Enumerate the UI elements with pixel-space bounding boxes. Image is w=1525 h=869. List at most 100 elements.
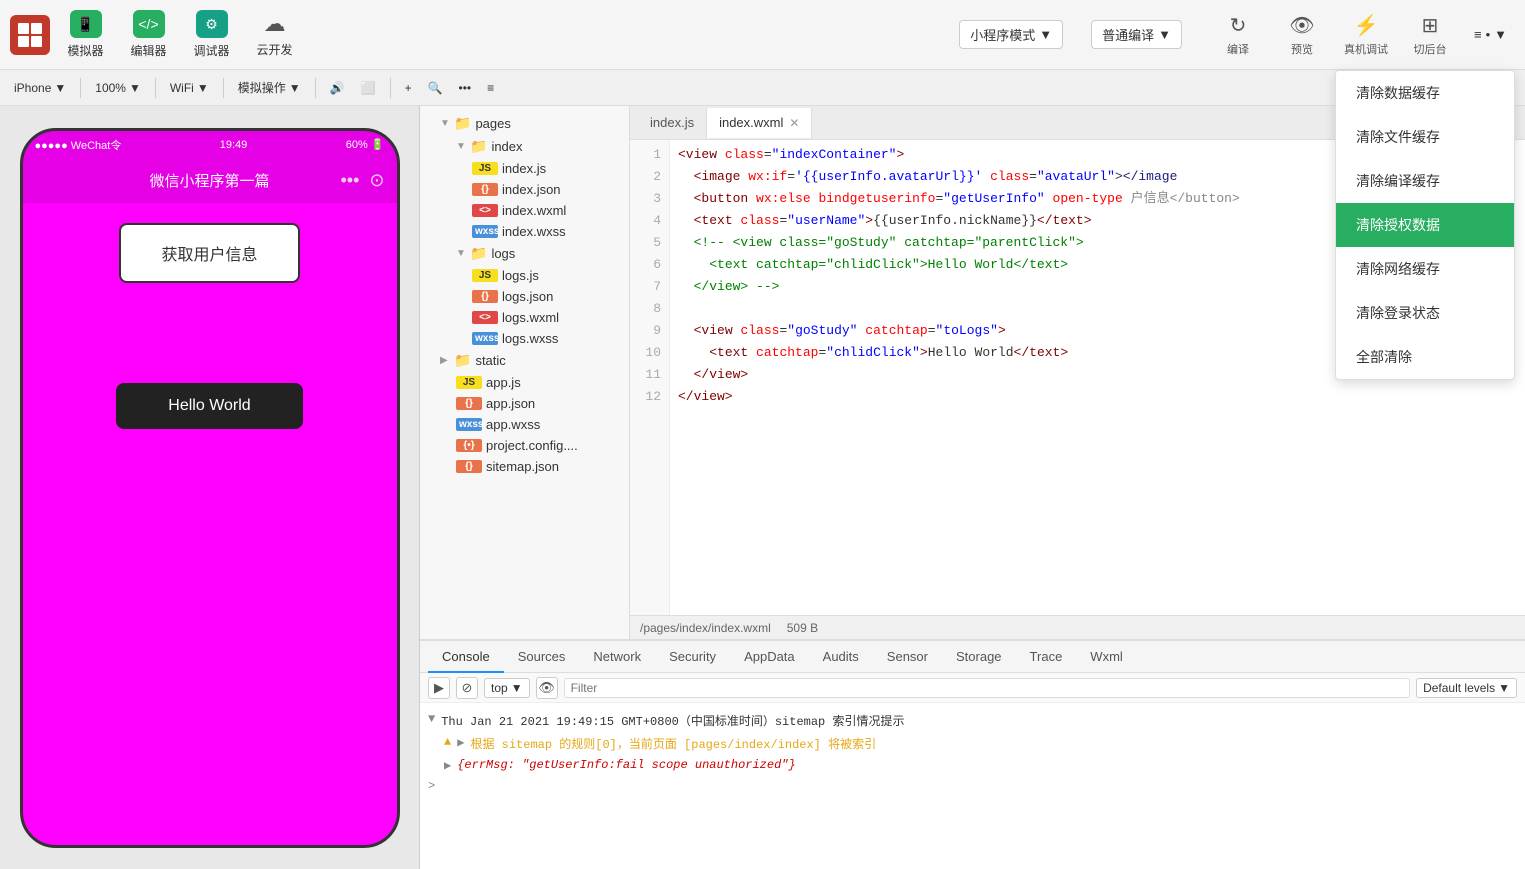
- file-app-js[interactable]: JS app.js: [420, 372, 629, 393]
- context-label: top: [491, 681, 508, 695]
- simulator-button[interactable]: 📱 模拟器: [58, 7, 113, 63]
- menu-item-clear-file[interactable]: 清除文件缓存: [1336, 115, 1514, 159]
- console-input-line: >: [428, 776, 1517, 796]
- folder-pages[interactable]: ▼ 📁 pages: [420, 112, 629, 135]
- simulator-label: 模拟器: [67, 42, 103, 59]
- search-icon: 🔍: [428, 81, 443, 95]
- device-debug-label: 真机调试: [1344, 41, 1388, 57]
- tab-appdata[interactable]: AppData: [730, 641, 809, 673]
- file-index-js[interactable]: JS index.js: [420, 158, 629, 179]
- editor-button[interactable]: </> 编辑器: [121, 7, 176, 63]
- menu-item-clear-compile[interactable]: 清除编译缓存: [1336, 159, 1514, 203]
- phone-status-bar: ●●●●● WeChat令 19:49 60% 🔋: [23, 131, 397, 159]
- tab-audits[interactable]: Audits: [809, 641, 873, 673]
- folder-icon: 📁: [470, 138, 487, 155]
- hello-world-button[interactable]: Hello World: [116, 383, 302, 429]
- compile-selector[interactable]: 普通编译 ▼: [1091, 20, 1182, 49]
- cloud-button[interactable]: ☁ 云开发: [247, 7, 302, 63]
- folder-static[interactable]: ▶ 📁 static: [420, 349, 629, 372]
- console-output: ▼ Thu Jan 21 2021 19:49:15 GMT+0800（中国标准…: [420, 703, 1525, 869]
- console-expand-icon: ▶: [444, 758, 451, 773]
- mode-arrow-icon: ▼: [1039, 27, 1052, 42]
- file-index-json[interactable]: {} index.json: [420, 179, 629, 200]
- tab-console[interactable]: Console: [428, 641, 504, 673]
- device-debug-button[interactable]: ⚡ 真机调试: [1338, 7, 1394, 63]
- file-index-wxml[interactable]: <> index.wxml: [420, 200, 629, 221]
- divider4: [315, 78, 316, 98]
- sort-icon: ≡: [487, 81, 494, 95]
- divider2: [155, 78, 156, 98]
- file-app-json[interactable]: {} app.json: [420, 393, 629, 414]
- tab-sensor[interactable]: Sensor: [873, 641, 942, 673]
- tab-trace[interactable]: Trace: [1016, 641, 1077, 673]
- levels-selector[interactable]: Default levels ▼: [1416, 678, 1517, 698]
- speaker-button[interactable]: 🔊: [324, 79, 351, 97]
- file-index-wxml-label: index.wxml: [502, 203, 566, 218]
- js-badge-icon: JS: [472, 269, 498, 282]
- search-file-button[interactable]: 🔍: [422, 79, 449, 97]
- file-project-config[interactable]: {•} project.config....: [420, 435, 629, 456]
- zoom-selector[interactable]: 100% ▼: [89, 79, 147, 97]
- menu-item-clear-network[interactable]: 清除网络缓存: [1336, 247, 1514, 291]
- tab-network[interactable]: Network: [579, 641, 655, 673]
- app-logo: [10, 15, 50, 55]
- file-logs-wxml[interactable]: <> logs.wxml: [420, 307, 629, 328]
- reload-button[interactable]: ↻ 编译: [1210, 7, 1266, 63]
- backend-label: 切后台: [1413, 41, 1446, 57]
- cloud-icon: ☁: [264, 11, 286, 37]
- network-selector[interactable]: WiFi ▼: [164, 79, 215, 97]
- file-app-wxss[interactable]: wxss app.wxss: [420, 414, 629, 435]
- folder-logs[interactable]: ▼ 📁 logs: [420, 242, 629, 265]
- reload-icon: ↻: [1230, 13, 1247, 38]
- debugger-label: 调试器: [193, 42, 229, 59]
- folder-icon: 📁: [454, 352, 471, 369]
- device-selector[interactable]: iPhone ▼: [8, 79, 72, 97]
- block-button[interactable]: ⊘: [456, 677, 478, 699]
- preview-button[interactable]: 👁 预览: [1274, 7, 1330, 63]
- tab-sources[interactable]: Sources: [504, 641, 580, 673]
- sort-file-button[interactable]: ≡: [481, 79, 500, 97]
- get-user-info-button[interactable]: 获取用户信息: [119, 223, 299, 283]
- folder-icon: 📁: [454, 115, 471, 132]
- file-index-wxss[interactable]: wxss index.wxss: [420, 221, 629, 242]
- expand-button[interactable]: ⬜: [355, 79, 382, 97]
- file-sitemap-json[interactable]: {} sitemap.json: [420, 456, 629, 477]
- menu-item-clear-all[interactable]: 全部清除: [1336, 335, 1514, 379]
- mode-label: 小程序模式: [970, 25, 1035, 44]
- console-filter-input[interactable]: [564, 678, 1410, 698]
- file-logs-wxss[interactable]: wxss logs.wxss: [420, 328, 629, 349]
- menu-item-clear-data[interactable]: 清除数据缓存: [1336, 71, 1514, 115]
- menu-item-clear-login[interactable]: 清除登录状态: [1336, 291, 1514, 335]
- layers-button[interactable]: ≡ • ▼: [1466, 23, 1515, 46]
- eye-button[interactable]: 👁: [536, 677, 558, 699]
- wxss-badge-icon: wxss: [472, 225, 498, 238]
- more-file-button[interactable]: •••: [453, 79, 478, 97]
- levels-arrow-icon: ▼: [1498, 681, 1510, 695]
- phone-navbar: 微信小程序第一篇 ••• ⊙: [23, 159, 397, 203]
- tab-wxml[interactable]: Wxml: [1076, 641, 1137, 673]
- tab-index-wxml[interactable]: index.wxml ✕: [707, 108, 812, 138]
- run-button[interactable]: ▶: [428, 677, 450, 699]
- tab-close-icon[interactable]: ✕: [789, 116, 799, 130]
- context-selector[interactable]: top ▼: [484, 678, 530, 698]
- debugger-button[interactable]: ⚙ 调试器: [184, 7, 239, 63]
- tab-security[interactable]: Security: [655, 641, 730, 673]
- add-file-button[interactable]: +: [399, 79, 418, 97]
- mode-selector[interactable]: 小程序模式 ▼: [959, 20, 1063, 49]
- tab-index-js[interactable]: index.js: [638, 108, 707, 138]
- code-line-12: </view>: [678, 386, 1517, 408]
- backend-button[interactable]: ⊞ 切后台: [1402, 7, 1458, 63]
- file-logs-js[interactable]: JS logs.js: [420, 265, 629, 286]
- console-error-text: {errMsg: "getUserInfo:fail scope unautho…: [457, 758, 795, 772]
- action-selector[interactable]: 模拟操作 ▼: [232, 77, 307, 98]
- code-status-bar: /pages/index/index.wxml 509 B: [630, 615, 1525, 639]
- tab-storage[interactable]: Storage: [942, 641, 1016, 673]
- phone-time: 19:49: [220, 139, 248, 151]
- phone-signal: ●●●●● WeChat令: [35, 137, 122, 153]
- phone-simulator: ●●●●● WeChat令 19:49 60% 🔋 微信小程序第一篇 ••• ⊙…: [0, 106, 420, 869]
- folder-index[interactable]: ▼ 📁 index: [420, 135, 629, 158]
- menu-item-clear-auth[interactable]: 清除授权数据: [1336, 203, 1514, 247]
- console-prompt-icon: >: [428, 779, 435, 793]
- file-logs-json[interactable]: {} logs.json: [420, 286, 629, 307]
- network-label: WiFi: [170, 81, 194, 95]
